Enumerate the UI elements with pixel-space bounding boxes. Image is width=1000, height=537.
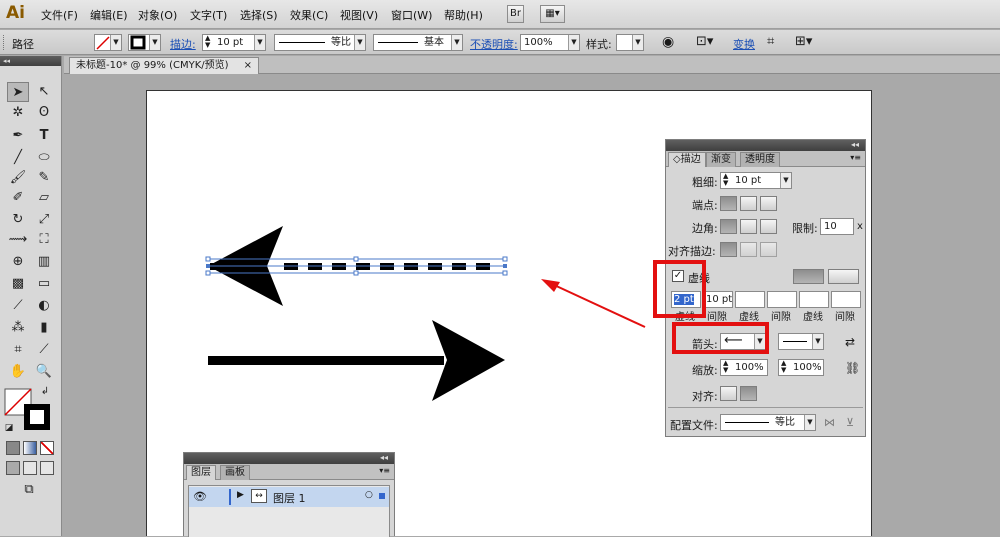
dash-header-2: 虚线 [739, 312, 759, 323]
projecting-cap-icon[interactable] [760, 196, 777, 211]
dash-header-3: 虚线 [803, 312, 823, 323]
gap-1-value: 10 pt [706, 294, 733, 305]
limit-unit: x [857, 221, 863, 232]
align-inside-icon[interactable] [740, 242, 757, 257]
bevel-join-icon[interactable] [760, 219, 777, 234]
link-scale-icon[interactable]: ⛓ [845, 361, 860, 375]
selection-indicator-icon[interactable] [379, 493, 385, 499]
gap-header-2: 间隙 [771, 312, 791, 323]
visibility-eye-icon[interactable]: 👁 [193, 490, 207, 503]
limit-value: 10 [824, 221, 837, 232]
arrowhead-highlight-box [672, 322, 769, 354]
chevron-down-icon: ▼ [812, 334, 823, 349]
stepper-icon[interactable]: ▲ ▼ [781, 360, 786, 374]
tab-artboards[interactable]: 画板 [220, 465, 250, 480]
dashed-highlight-box [653, 260, 706, 318]
stroke-profile-value: 等比 [775, 417, 795, 428]
stepper-icon[interactable]: ▲ ▼ [723, 360, 728, 374]
flip-along-icon[interactable]: ⋈ [824, 416, 835, 429]
limit-label: 限制: [792, 222, 818, 235]
flip-across-icon[interactable]: ⊻ [846, 416, 854, 429]
butt-cap-icon[interactable] [720, 196, 737, 211]
dash-3-field[interactable] [799, 291, 829, 308]
align-dash-corners-icon[interactable] [828, 269, 859, 284]
stroke-panel-tabs: ◇描边 渐变 透明度 ▾≡ [666, 151, 865, 167]
arrow-align-label: 对齐: [692, 390, 718, 403]
weight-label: 粗细: [692, 176, 718, 189]
tab-stroke[interactable]: ◇描边 [668, 152, 706, 167]
layer-row[interactable]: 👁 ▶ ↔ 图层 1 ○ [189, 487, 389, 507]
limit-field[interactable]: 10 [820, 218, 854, 235]
align-center-icon[interactable] [720, 242, 737, 257]
preserve-dash-icon[interactable] [793, 269, 824, 284]
gap-header-3: 间隙 [835, 312, 855, 323]
scale-label: 缩放: [692, 364, 718, 377]
weight-field[interactable]: ▲ ▼ 10 pt ▼ [720, 172, 792, 189]
layers-panel-tabs: 图层 画板 ▾≡ [184, 464, 394, 480]
solid-arrow-artwork[interactable] [208, 320, 505, 401]
gap-3-field[interactable] [831, 291, 861, 308]
cap-label: 端点: [692, 199, 718, 212]
start-scale-value: 100% [735, 362, 764, 373]
end-line [783, 341, 807, 342]
layer-thumbnail-icon: ↔ [251, 489, 267, 503]
panel-menu-icon[interactable]: ▾≡ [850, 153, 861, 162]
start-scale-field[interactable]: ▲ ▼ 100% [720, 359, 768, 376]
chevron-down-icon: ▼ [804, 415, 815, 430]
end-scale-field[interactable]: ▲ ▼ 100% [778, 359, 824, 376]
tab-gradient[interactable]: 渐变 [706, 152, 736, 167]
gap-2-field[interactable] [767, 291, 797, 308]
layers-list: 👁 ▶ ↔ 图层 1 ○ [188, 485, 390, 537]
layers-panel: ◂◂ 图层 画板 ▾≡ 👁 ▶ ↔ 图层 1 ○ [183, 452, 395, 537]
arrow-tip-at-end-icon[interactable] [740, 386, 757, 401]
panel-menu-icon[interactable]: ▾≡ [379, 466, 390, 475]
collapse-icon[interactable]: ◂◂ [851, 140, 859, 149]
profile-line [725, 422, 769, 423]
align-outside-icon[interactable] [760, 242, 777, 257]
gap-header-1: 间隙 [707, 312, 727, 323]
target-circle-icon[interactable]: ○ [365, 490, 373, 500]
stepper-icon[interactable]: ▲ ▼ [723, 173, 728, 187]
miter-join-icon[interactable] [720, 219, 737, 234]
round-cap-icon[interactable] [740, 196, 757, 211]
tab-layers[interactable]: 图层 [186, 465, 216, 480]
collapse-icon[interactable]: ◂◂ [380, 453, 388, 462]
corner-label: 边角: [692, 222, 718, 235]
round-join-icon[interactable] [740, 219, 757, 234]
gap-1-field[interactable]: 10 pt [703, 291, 733, 308]
end-scale-value: 100% [793, 362, 822, 373]
arrow-tip-beyond-icon[interactable] [720, 386, 737, 401]
chevron-down-icon: ▼ [780, 173, 791, 188]
tab-transparency[interactable]: 透明度 [740, 152, 780, 167]
annotation-arrow [541, 279, 646, 328]
layers-panel-header: ◂◂ [184, 453, 394, 464]
dashed-arrow-artwork[interactable] [205, 226, 508, 306]
align-stroke-label: 对齐描边: [668, 245, 716, 258]
profile-select[interactable]: 等比 ▼ [720, 414, 816, 431]
profile-label: 配置文件: [670, 419, 718, 432]
layer-color-bar [229, 489, 231, 505]
weight-value: 10 pt [735, 175, 762, 186]
stroke-panel-header: ◂◂ [666, 140, 865, 151]
expand-triangle-icon[interactable]: ▶ [237, 490, 244, 500]
panel-divider [668, 407, 863, 408]
layer-name: 图层 1 [273, 492, 306, 505]
end-arrowhead-select[interactable]: ▼ [778, 333, 824, 350]
swap-arrowheads-icon[interactable]: ⇄ [845, 335, 855, 349]
dash-2-field[interactable] [735, 291, 765, 308]
